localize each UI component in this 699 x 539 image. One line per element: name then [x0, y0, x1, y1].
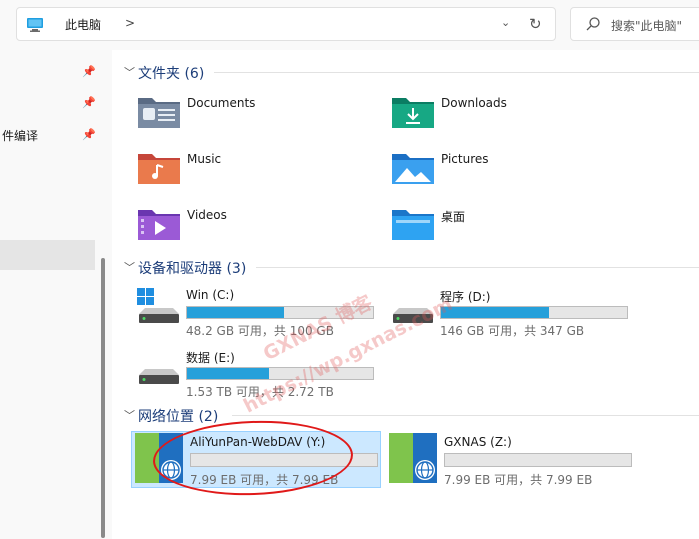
pictures-folder-icon [391, 150, 435, 189]
folder-downloads[interactable]: Downloads [391, 94, 631, 138]
search-icon [585, 16, 601, 35]
drive-usage-bar [444, 453, 632, 467]
pin-icon[interactable]: 📌 [82, 65, 96, 78]
section-network[interactable]: ﹀ 网络位置 (2) [124, 405, 699, 425]
section-divider [256, 267, 699, 268]
search-box[interactable]: 搜索"此电脑" [570, 7, 699, 41]
this-pc-icon [26, 17, 44, 36]
section-title: 网络位置 (2) [138, 409, 219, 425]
chevron-down-icon[interactable]: ﹀ [124, 64, 135, 80]
drive-usage-fill [441, 307, 549, 318]
drive-usage-fill [187, 307, 284, 318]
section-title: 文件夹 (6) [138, 66, 205, 82]
music-folder-icon [137, 150, 181, 189]
drive-name: 数据 (E:) [186, 351, 235, 365]
section-divider [232, 415, 699, 416]
windows-drive-icon [137, 286, 181, 329]
address-dropdown-icon[interactable]: ⌄ [501, 16, 510, 29]
pin-icon[interactable]: 📌 [82, 96, 96, 109]
drive-usage-fill [187, 368, 269, 379]
folder-name: Pictures [441, 152, 489, 166]
chevron-down-icon[interactable]: ﹀ [124, 259, 135, 275]
section-folders[interactable]: ﹀ 文件夹 (6) [124, 62, 699, 82]
folder-desktop[interactable]: 桌面 [391, 206, 631, 250]
drive-name: Win (C:) [186, 288, 235, 302]
network-drive-z[interactable]: GXNAS (Z:) 7.99 EB 可用，共 7.99 EB [389, 433, 639, 487]
folder-name: Videos [187, 208, 227, 222]
section-divider [214, 72, 699, 73]
drive-capacity: 146 GB 可用，共 347 GB [440, 324, 585, 338]
address-bar[interactable]: 此电脑 > ⌄ ↻ [16, 7, 556, 41]
drive-usage-bar [440, 306, 628, 319]
downloads-folder-icon [391, 94, 435, 133]
folder-music[interactable]: Music [137, 150, 377, 194]
navigation-pane: 📌 📌 件编译 📌 [0, 50, 112, 539]
drive-icon [137, 347, 181, 390]
search-placeholder: 搜索"此电脑" [611, 19, 683, 33]
pin-icon[interactable]: 📌 [82, 128, 96, 141]
network-drive-icon [389, 433, 437, 486]
folder-name: Documents [187, 96, 256, 110]
nav-scrollbar[interactable] [101, 258, 105, 538]
videos-folder-icon [137, 206, 181, 245]
folder-videos[interactable]: Videos [137, 206, 377, 250]
desktop-folder-icon [391, 206, 435, 245]
drive-capacity: 7.99 EB 可用，共 7.99 EB [444, 473, 593, 487]
drive-name: GXNAS (Z:) [444, 435, 512, 449]
breadcrumb[interactable]: 此电脑 [65, 16, 101, 33]
folder-name: Music [187, 152, 222, 166]
refresh-icon[interactable]: ↻ [529, 16, 542, 32]
nav-item-this-pc[interactable] [0, 240, 95, 270]
documents-folder-icon [137, 94, 181, 133]
folder-name: Downloads [441, 96, 507, 110]
folder-documents[interactable]: Documents [137, 94, 377, 138]
nav-item-label[interactable]: 件编译 [2, 127, 38, 144]
toolbar: 此电脑 > ⌄ ↻ 搜索"此电脑" [0, 0, 699, 50]
folder-pictures[interactable]: Pictures [391, 150, 631, 194]
breadcrumb-chevron-icon[interactable]: > [125, 16, 135, 30]
section-title: 设备和驱动器 (3) [138, 261, 247, 277]
section-devices[interactable]: ﹀ 设备和驱动器 (3) [124, 257, 699, 277]
chevron-down-icon[interactable]: ﹀ [124, 407, 135, 423]
folder-name: 桌面 [441, 210, 466, 224]
